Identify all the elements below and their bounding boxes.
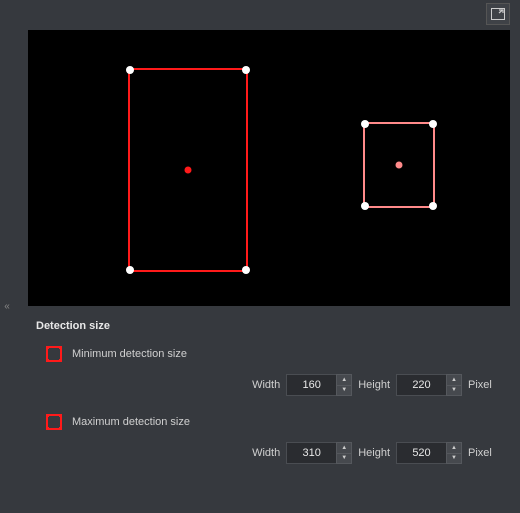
min-detection-rect[interactable]	[128, 68, 248, 272]
settings-panel: Detection size Minimum detection size Wi…	[18, 306, 520, 464]
resize-handle-top-right[interactable]	[242, 66, 250, 74]
min-width-up-button[interactable]: ▲	[336, 374, 352, 385]
max-detection-label: Maximum detection size	[72, 416, 190, 428]
width-label: Width	[252, 379, 280, 391]
max-width-up-button[interactable]: ▲	[336, 442, 352, 453]
main-panel: Detection size Minimum detection size Wi…	[18, 0, 520, 513]
preview-canvas[interactable]	[28, 30, 510, 306]
section-title: Detection size	[36, 320, 510, 332]
min-height-down-button[interactable]: ▼	[446, 385, 462, 397]
min-detection-group: Minimum detection size Width ▲ ▼ Height …	[36, 346, 510, 396]
min-detection-label-row: Minimum detection size	[36, 346, 510, 362]
resize-handle-top-left[interactable]	[126, 66, 134, 74]
fullscreen-button[interactable]	[486, 3, 510, 25]
min-height-input[interactable]	[396, 374, 446, 396]
min-detection-label: Minimum detection size	[72, 348, 187, 360]
center-dot	[396, 162, 403, 169]
preview-header	[18, 0, 520, 28]
max-detection-label-row: Maximum detection size	[36, 414, 510, 430]
max-width-spinner: ▲ ▼	[286, 442, 352, 464]
resize-handle-bottom-left[interactable]	[361, 202, 369, 210]
unit-label: Pixel	[468, 379, 500, 391]
max-height-spinner: ▲ ▼	[396, 442, 462, 464]
width-label: Width	[252, 447, 280, 459]
min-rect-icon	[46, 346, 62, 362]
max-dimension-row: Width ▲ ▼ Height ▲ ▼ Pixel	[36, 442, 510, 464]
max-height-input[interactable]	[396, 442, 446, 464]
max-height-down-button[interactable]: ▼	[446, 453, 462, 465]
max-detection-rect[interactable]	[363, 122, 435, 208]
resize-handle-top-right[interactable]	[429, 120, 437, 128]
resize-handle-bottom-left[interactable]	[126, 266, 134, 274]
max-rect-icon	[46, 414, 62, 430]
min-width-down-button[interactable]: ▼	[336, 385, 352, 397]
min-height-spinner: ▲ ▼	[396, 374, 462, 396]
height-label: Height	[358, 379, 390, 391]
max-detection-group: Maximum detection size Width ▲ ▼ Height …	[36, 414, 510, 464]
min-height-up-button[interactable]: ▲	[446, 374, 462, 385]
unit-label: Pixel	[468, 447, 500, 459]
min-width-input[interactable]	[286, 374, 336, 396]
min-width-spinner: ▲ ▼	[286, 374, 352, 396]
max-width-input[interactable]	[286, 442, 336, 464]
sidebar-collapse-button[interactable]: «	[0, 296, 14, 316]
resize-handle-top-left[interactable]	[361, 120, 369, 128]
center-dot	[185, 167, 192, 174]
fullscreen-icon	[491, 8, 505, 20]
min-dimension-row: Width ▲ ▼ Height ▲ ▼ Pixel	[36, 374, 510, 396]
resize-handle-bottom-right[interactable]	[429, 202, 437, 210]
max-height-up-button[interactable]: ▲	[446, 442, 462, 453]
max-width-down-button[interactable]: ▼	[336, 453, 352, 465]
resize-handle-bottom-right[interactable]	[242, 266, 250, 274]
height-label: Height	[358, 447, 390, 459]
